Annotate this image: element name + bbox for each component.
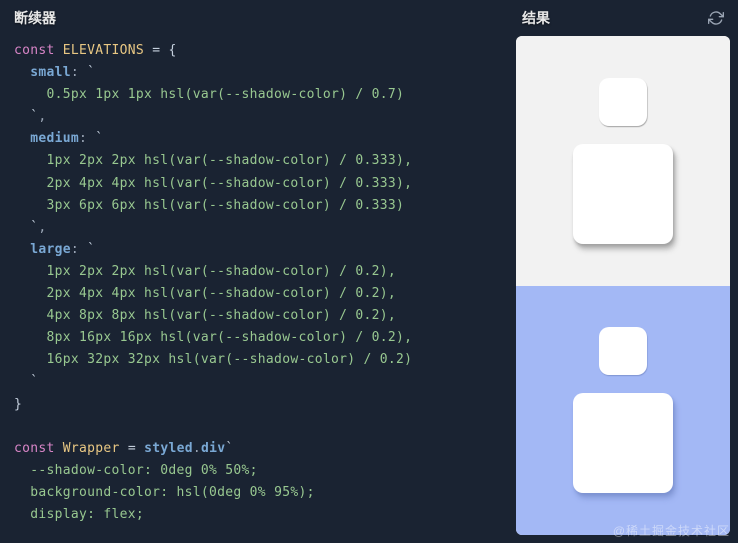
result-preview (516, 36, 730, 535)
code-editor[interactable]: const ELEVATIONS = { small: ` 0.5px 1px … (0, 36, 508, 543)
result-title: 结果 (522, 8, 550, 28)
code-header: 断续器 (0, 0, 508, 36)
box-medium-blue (573, 393, 673, 493)
box-small-gray (599, 78, 647, 126)
code-title: 断续器 (14, 8, 56, 28)
wrapper-blue (516, 286, 730, 536)
wrapper-gray (516, 36, 730, 286)
refresh-icon[interactable] (708, 10, 724, 26)
box-small-blue (599, 327, 647, 375)
result-header: 结果 (508, 0, 738, 36)
watermark: @稀土掘金技术社区 (613, 522, 730, 539)
result-panel: 结果 (508, 0, 738, 543)
code-content: const ELEVATIONS = { small: ` 0.5px 1px … (14, 40, 494, 526)
code-panel: 断续器 const ELEVATIONS = { small: ` 0.5px … (0, 0, 508, 543)
box-medium-gray (573, 144, 673, 244)
